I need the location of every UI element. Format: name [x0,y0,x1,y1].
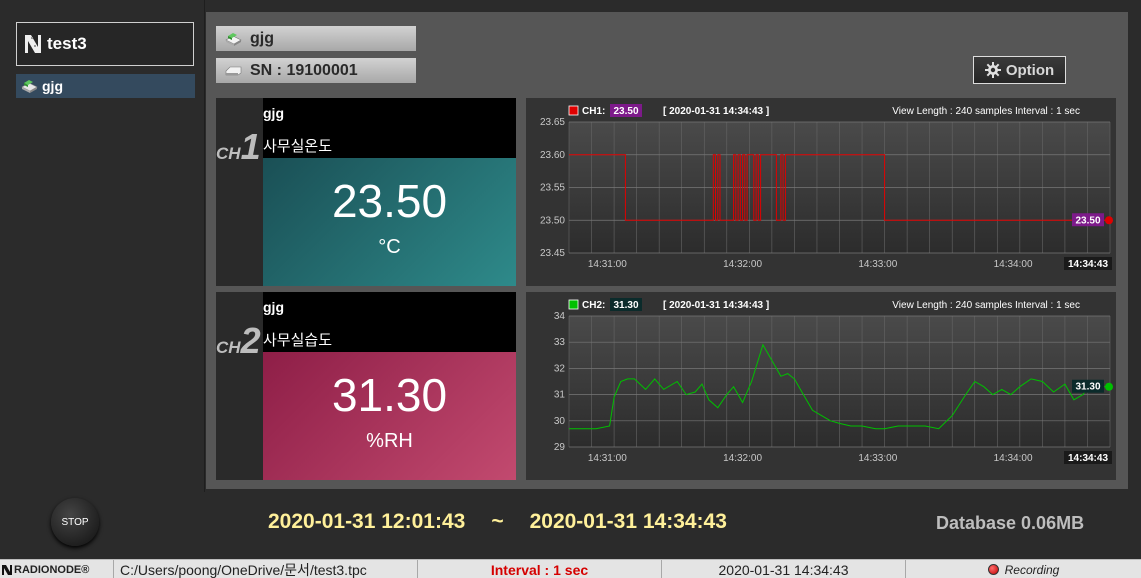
chart-2-series-tag: CH2: [582,300,605,311]
status-recording: Recording [906,560,1141,578]
option-label: Option [1005,61,1055,79]
channel-2-value: 31.30 [331,369,448,421]
status-interval: Interval : 1 sec [418,560,662,578]
chart-1-view-info: View Length : 240 samples Interval : 1 s… [892,106,1080,117]
chart-1-ytick: 23.55 [540,183,565,194]
chart-2-end-label: 14:34:43 [1068,453,1108,464]
radionode-logo-icon [25,35,41,53]
chart-1-xtick: 14:32:00 [723,259,762,270]
channel-2-chart[interactable]: 34 33 32 31 30 29 14:31:00 14:32:00 14:33:00 14:3… [526,292,1116,480]
chart-2-svg: 34 33 32 31 30 29 14:31:00 14:32:00 14:33:00 14:3… [526,292,1116,480]
channel-2-tag: CH2 [216,320,261,361]
range-start: 2020-01-31 12:01:43 [268,510,466,533]
stop-button[interactable]: STOP [51,498,99,546]
chart-2-xtick: 14:34:00 [994,453,1033,464]
status-time: 2020-01-31 14:34:43 [662,560,906,578]
chart-1-timestamp: [ 2020-01-31 14:34:43 ] [663,106,769,117]
database-label: Database [936,513,1017,533]
chart-2-xtick: 14:31:00 [588,453,627,464]
device-icon [225,32,242,46]
channel-1-tag: CH1 [216,126,261,167]
chart-2-ytick: 30 [554,416,566,427]
status-logo-text: RADIONODE® [14,563,90,576]
channel-2-side: CH2 [216,292,263,480]
chart-2-badge: 31.30 [613,300,638,311]
range-end: 2020-01-31 14:34:43 [529,510,727,533]
recording-dot-icon [987,564,999,575]
status-bar: RADIONODE® C:/Users/poong/OneDrive/문서/te… [0,559,1141,578]
serial-number-box: SN : 19100001 [216,58,416,83]
chart-2-current-dot [1105,382,1113,391]
chart-1-current-label: 23.50 [1075,215,1100,226]
channel-2-name: 사무실습도 [263,332,333,349]
chart-1-series-tag: CH1: [582,106,605,117]
chart-1-series-swatch [568,105,579,116]
channel-1-chart[interactable]: 23.65 23.60 23.55 23.50 23.45 14:31:00 14:32:0… [526,98,1116,286]
sidebar: test3 gjg [0,0,205,492]
channel-2-panel: CH2 gjg 사무실습도 31.30 %RH [216,292,516,480]
chart-1-current-dot [1105,216,1113,225]
channel-2-header: gjg 사무실습도 [263,292,516,352]
chart-2-ytick: 33 [554,337,566,348]
recording-label: Recording [1004,562,1060,577]
chart-2-ytick: 34 [554,311,566,322]
device-name-box: gjg [216,26,416,51]
option-button[interactable]: Option [973,56,1066,84]
chart-1-xtick: 14:33:00 [858,259,897,270]
gear-icon [984,62,1001,78]
chart-1-ytick: 23.50 [540,215,565,226]
channel-1-value: 23.50 [331,175,448,227]
channel-2-device: gjg [263,299,284,315]
channel-1-unit: °C [378,236,401,258]
serial-number-text: SN : 19100001 [250,61,358,79]
chart-1-xtick: 14:31:00 [588,259,627,270]
chart-2-xtick: 14:33:00 [858,453,897,464]
chart-1-svg: 23.65 23.60 23.55 23.50 23.45 14:31:00 14:32:0… [526,98,1116,286]
chart-1-badge: 23.50 [613,106,638,117]
tree-device-gjg[interactable]: gjg [16,74,195,98]
main-panel: gjg SN : 19100001 Option CH1 gjg 사무실온도 2… [206,12,1128,489]
status-logo: RADIONODE® [0,560,114,578]
chart-2-series-swatch [568,299,579,310]
channel-1-header: gjg 사무실온도 [263,98,516,158]
channel-2-unit: %RH [366,430,413,452]
status-file-path: C:/Users/poong/OneDrive/문서/test3.tpc [114,560,418,578]
device-name-text: gjg [250,29,274,47]
sensor-icon [225,66,242,75]
chart-1-end-label: 14:34:43 [1068,259,1108,270]
app-window: test3 gjg gjg SN: 19100001 Option CH1 g… [0,0,1141,578]
channel-2-value-box: 31.30 %RH [263,352,516,480]
database-size: Database 0.06MB [936,513,1084,534]
range-separator: ~ [491,510,504,533]
chart-2-xtick: 14:32:00 [723,453,762,464]
chart-2-ytick: 31 [554,390,566,401]
channel-1-side: CH1 [216,98,263,286]
radionode-logo-icon [2,564,12,575]
chart-1-ytick: 23.60 [540,150,565,161]
channel-1-panel: CH1 gjg 사무실온도 23.50 °C [216,98,516,286]
chart-2-current-label: 31.30 [1075,382,1100,393]
tree-root-test3[interactable]: test3 [16,22,194,66]
chart-2-view-info: View Length : 240 samples Interval : 1 s… [892,300,1080,311]
database-value: 0.06MB [1021,513,1085,533]
channel-1-value-box: 23.50 °C [263,158,516,286]
chart-1-ytick: 23.65 [540,117,565,128]
channel-1-name: 사무실온도 [263,138,333,155]
tree-root-label: test3 [47,34,87,53]
device-icon [21,80,38,93]
chart-2-ytick: 29 [554,442,566,453]
channel-1-device: gjg [263,105,284,121]
chart-1-xtick: 14:34:00 [994,259,1033,270]
chart-2-timestamp: [ 2020-01-31 14:34:43 ] [663,300,769,311]
chart-1-ytick: 23.45 [540,248,565,259]
chart-2-ytick: 32 [554,363,566,374]
recording-range: 2020-01-31 12:01:43 ~2020-01-31 14:34:43 [268,510,727,534]
tree-device-label: gjg [42,78,63,94]
